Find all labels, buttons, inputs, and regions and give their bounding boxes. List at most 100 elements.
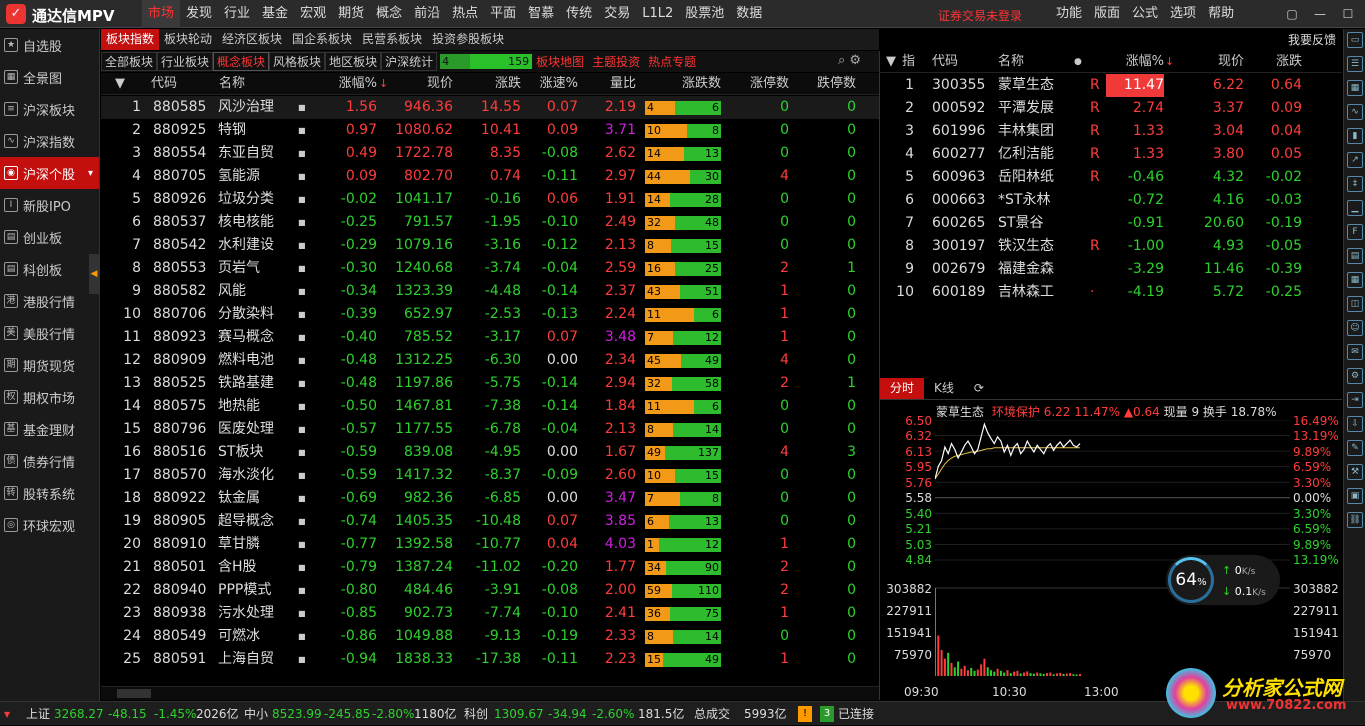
menu-item[interactable]: 热点 bbox=[446, 0, 484, 28]
alert-icon[interactable]: ! bbox=[798, 706, 812, 722]
table-row[interactable]: 1 880585 风沙治理 ■ 1.56 946.36 14.55 0.07 2.19 4 6 0 0 bbox=[101, 96, 879, 119]
grid-icon[interactable]: ▦ bbox=[1347, 272, 1363, 288]
network-monitor[interactable]: 64% ↑ 0K/s ↓ 0.1K/s bbox=[1166, 555, 1280, 605]
user-icon[interactable]: ☺ bbox=[1347, 320, 1363, 336]
table-row[interactable]: 7 880542 水利建设 ■ -0.29 1079.16 -3.16 -0.12 2.13 8 1… bbox=[101, 234, 879, 257]
constituent-row[interactable]: 9 002679 福建金森 -3.29 11.46 -0.39 bbox=[880, 258, 1342, 281]
menu-item[interactable]: 传统 bbox=[560, 0, 598, 28]
table-row[interactable]: 20 880910 草甘膦 ■ -0.77 1392.58 -10.77 0.04 4.03 1 1… bbox=[101, 533, 879, 556]
table-row[interactable]: 23 880938 污水处理 ■ -0.85 902.73 -7.74 -0.10 2.41 36… bbox=[101, 602, 879, 625]
column-header[interactable]: 指 bbox=[902, 51, 915, 73]
constituent-row[interactable]: 5 600963 岳阳林纸 R -0.46 4.32 -0.02 bbox=[880, 166, 1342, 189]
column-header[interactable]: 涨速% bbox=[525, 73, 578, 95]
column-header[interactable]: 代码 bbox=[151, 73, 177, 95]
tab-sector[interactable]: 板块轮动 bbox=[159, 29, 217, 50]
scrollbar-thumb[interactable] bbox=[117, 689, 151, 698]
menu-item[interactable]: 选项 bbox=[1164, 0, 1202, 28]
bar-icon[interactable]: ▁ bbox=[1347, 200, 1363, 216]
column-header[interactable]: 涨幅% bbox=[1106, 51, 1164, 73]
tab-kline[interactable]: K线 bbox=[924, 378, 964, 399]
menu-item[interactable]: 市场 bbox=[142, 0, 181, 28]
menu-item[interactable]: 帮助 bbox=[1202, 0, 1240, 28]
feedback-link[interactable]: 我要反馈 bbox=[1288, 31, 1336, 48]
menu-item[interactable]: 公式 bbox=[1126, 0, 1164, 28]
column-header[interactable]: 代码 bbox=[932, 51, 958, 73]
table-row[interactable]: 15 880796 医废处理 ■ -0.57 1177.55 -6.78 -0.04 2.13 8… bbox=[101, 418, 879, 441]
column-header[interactable]: 涨跌数 bbox=[641, 73, 721, 95]
menu-item[interactable]: 前沿 bbox=[408, 0, 446, 28]
tab-link[interactable]: 主题投资 bbox=[588, 52, 644, 71]
tab-sector[interactable]: 国企系板块 bbox=[287, 29, 357, 50]
tab-sector[interactable]: 投资参股板块 bbox=[427, 29, 509, 50]
kline-icon[interactable]: ▮ bbox=[1347, 128, 1363, 144]
tab-sector[interactable]: 板块指数 bbox=[101, 29, 160, 50]
sort-icon[interactable]: ▼ bbox=[115, 73, 125, 95]
constituent-row[interactable]: 1 300355 蒙草生态 R 11.47 6.22 0.64 bbox=[880, 74, 1342, 97]
sidebar-item[interactable]: ≡ 沪深板块 bbox=[0, 93, 99, 125]
list-icon[interactable]: ☰ bbox=[1347, 56, 1363, 72]
sidebar-item[interactable]: ▤ 科创板 bbox=[0, 253, 99, 285]
table-row[interactable]: 13 880525 铁路基建 ■ -0.48 1197.86 -5.75 -0.14 2.94 3… bbox=[101, 372, 879, 395]
doc-icon[interactable]: ▤ bbox=[1347, 248, 1363, 264]
constituent-row[interactable]: 3 601996 丰林集团 R 1.33 3.04 0.04 bbox=[880, 120, 1342, 143]
intraday-chart[interactable] bbox=[935, 420, 1290, 685]
table-row[interactable]: 18 880922 钛金属 ■ -0.69 982.36 -6.85 0.00 3.47 7 8 0 0 bbox=[101, 487, 879, 510]
table-row[interactable]: 17 880570 海水淡化 ■ -0.59 1417.32 -8.37 -0.09 2.60 1… bbox=[101, 464, 879, 487]
constituent-row[interactable]: 6 000663 *ST永林 -0.72 4.16 -0.03 bbox=[880, 189, 1342, 212]
export-icon[interactable]: ⇥ bbox=[1347, 392, 1363, 408]
horizontal-scrollbar[interactable] bbox=[101, 686, 879, 700]
sort-icon[interactable]: ▼ bbox=[886, 51, 896, 73]
menu-item[interactable]: 数据 bbox=[730, 0, 768, 28]
constituent-row[interactable]: 2 000592 平潭发展 R 2.74 3.37 0.09 bbox=[880, 97, 1342, 120]
tab-subsector[interactable]: 沪深统计 bbox=[381, 52, 438, 71]
candle-icon[interactable]: ‡ bbox=[1347, 176, 1363, 192]
trend-icon[interactable]: ↗ bbox=[1347, 152, 1363, 168]
zx-label[interactable]: 中小 bbox=[244, 702, 268, 726]
menu-item[interactable]: 平面 bbox=[484, 0, 522, 28]
constituent-row[interactable]: 8 300197 铁汉生态 R -1.00 4.93 -0.05 bbox=[880, 235, 1342, 258]
table-row[interactable]: 3 880554 东亚自贸 ■ 0.49 1722.78 8.35 -0.08 2.62 14 13… bbox=[101, 142, 879, 165]
sidebar-item[interactable]: I 新股IPO bbox=[0, 189, 99, 221]
sidebar-item[interactable]: 港港股行情 bbox=[0, 285, 99, 317]
sidebar-item[interactable]: 期期货现货 bbox=[0, 349, 99, 381]
pen-icon[interactable]: ✎ bbox=[1347, 440, 1363, 456]
menu-item[interactable]: 宏观 bbox=[294, 0, 332, 28]
minimize-icon[interactable]: — bbox=[1306, 0, 1334, 28]
menu-item[interactable]: 发现 bbox=[180, 0, 218, 28]
sidebar-item[interactable]: ▤ 创业板 bbox=[0, 221, 99, 253]
column-header[interactable]: 量比 bbox=[581, 73, 636, 95]
menu-item[interactable]: L1L2 bbox=[636, 0, 679, 28]
column-header[interactable]: 跌停数 bbox=[793, 73, 856, 95]
news-icon[interactable]: ✉ bbox=[1347, 344, 1363, 360]
table-row[interactable]: 21 880501 含H股 ■ -0.79 1387.24 -11.02 -0.20 1.77 3… bbox=[101, 556, 879, 579]
tools-icon[interactable]: ⚒ bbox=[1347, 464, 1363, 480]
kc-label[interactable]: 科创 bbox=[464, 702, 488, 726]
column-header[interactable]: 名称 bbox=[219, 73, 245, 95]
column-header[interactable]: 涨停数 bbox=[725, 73, 789, 95]
menu-item[interactable]: 概念 bbox=[370, 0, 408, 28]
menu-item[interactable]: 股票池 bbox=[679, 0, 730, 28]
tab-sector[interactable]: 经济区板块 bbox=[217, 29, 287, 50]
column-header[interactable]: 涨跌 bbox=[457, 73, 521, 95]
table-row[interactable]: 6 880537 核电核能 ■ -0.25 791.57 -1.95 -0.10 2.49 32 4… bbox=[101, 211, 879, 234]
trade-login-status[interactable]: 证券交易未登录 bbox=[938, 7, 1022, 24]
f10-icon[interactable]: F bbox=[1347, 224, 1363, 240]
column-header[interactable]: 现价 bbox=[381, 73, 453, 95]
menu-item[interactable]: 交易 bbox=[598, 0, 636, 28]
column-header[interactable]: 涨幅% bbox=[307, 73, 377, 95]
menu-item[interactable]: 版面 bbox=[1088, 0, 1126, 28]
sidebar-item[interactable]: ▦ 全景图 bbox=[0, 61, 99, 93]
chevron-down-icon[interactable]: ▾ bbox=[88, 168, 93, 179]
table-row[interactable]: 22 880940 PPP模式 ■ -0.80 484.46 -3.91 -0.08 2.00 5… bbox=[101, 579, 879, 602]
download-icon[interactable]: ⇩ bbox=[1347, 416, 1363, 432]
table-icon[interactable]: ▦ bbox=[1347, 80, 1363, 96]
table-row[interactable]: 10 880706 分散染料 ■ -0.39 652.97 -2.53 -0.13 2.24 11… bbox=[101, 303, 879, 326]
table-row[interactable]: 19 880905 超导概念 ■ -0.74 1405.35 -10.48 0.07 3.85 6… bbox=[101, 510, 879, 533]
menu-item[interactable]: 智慕 bbox=[522, 0, 560, 28]
table-row[interactable]: 12 880909 燃料电池 ■ -0.48 1312.25 -6.30 0.00 2.34 45… bbox=[101, 349, 879, 372]
sh-label[interactable]: 上证 bbox=[26, 702, 50, 726]
sidebar-item[interactable]: ★ 自选股 bbox=[0, 29, 99, 61]
connection-status[interactable]: 已连接 bbox=[838, 702, 874, 726]
refresh-icon[interactable]: ⟳ bbox=[964, 378, 994, 399]
tab-intraday[interactable]: 分时 bbox=[880, 378, 925, 399]
